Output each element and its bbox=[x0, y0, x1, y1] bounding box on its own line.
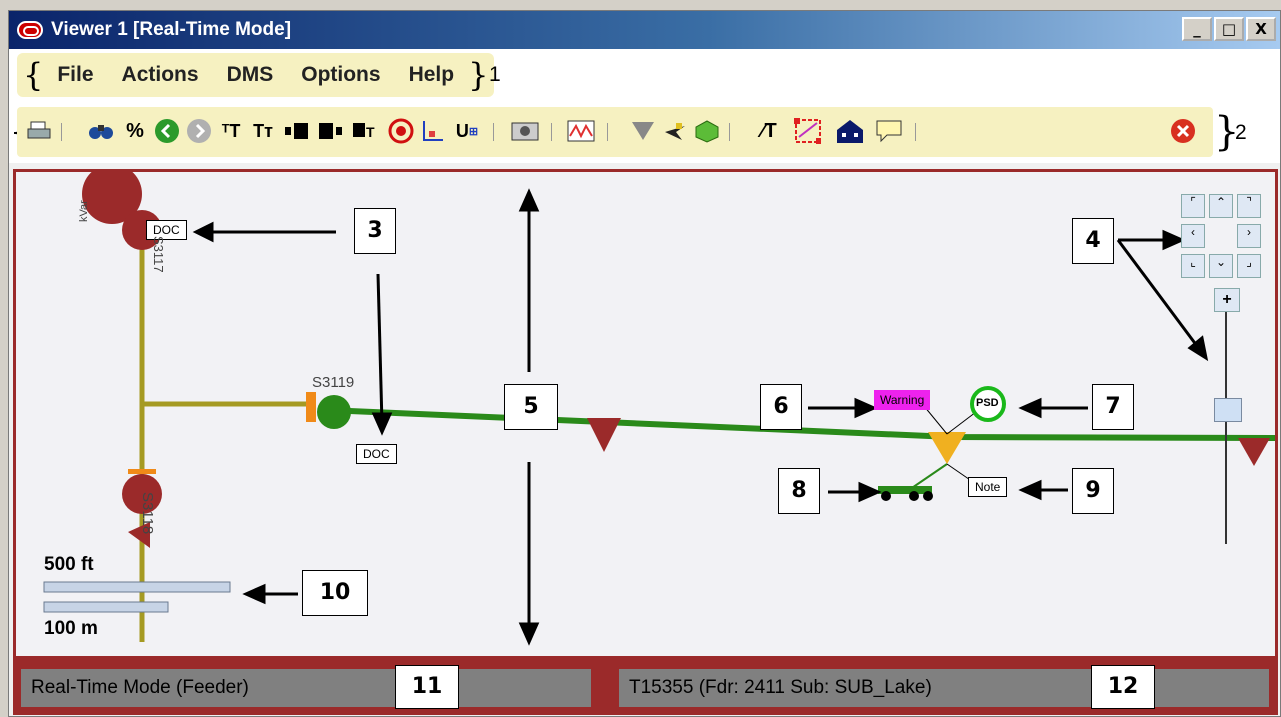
align-right-icon[interactable] bbox=[317, 117, 345, 145]
menu-actions[interactable]: Actions bbox=[108, 63, 213, 87]
warning-tag[interactable]: Warning bbox=[874, 390, 931, 410]
align-top-icon[interactable]: T bbox=[351, 117, 379, 145]
kvar-label: kVar bbox=[78, 200, 90, 222]
u-icon[interactable]: U ⊞ bbox=[453, 117, 481, 145]
triangle-icon[interactable] bbox=[629, 117, 657, 145]
status-bar: Real-Time Mode (Feeder) T15355 (Fdr: 241… bbox=[13, 659, 1278, 715]
callout-9: 9 bbox=[1072, 468, 1114, 514]
chart-icon[interactable] bbox=[419, 117, 447, 145]
menu-bar: { File Actions DMS Options Help } 1 bbox=[9, 49, 1280, 102]
network-icon[interactable] bbox=[793, 117, 821, 145]
note-tag[interactable]: Note bbox=[968, 477, 1008, 497]
menu-options[interactable]: Options bbox=[287, 63, 394, 87]
maximize-button[interactable]: □ bbox=[1214, 17, 1244, 41]
minimize-button[interactable]: _ bbox=[1182, 17, 1212, 41]
binoculars-icon[interactable] bbox=[87, 117, 115, 145]
callout-5: 5 bbox=[504, 384, 558, 430]
forward-icon[interactable] bbox=[185, 117, 213, 145]
cancel-icon[interactable] bbox=[1169, 117, 1197, 145]
callout-3: 3 bbox=[354, 208, 396, 254]
callout-2: 2 bbox=[1235, 121, 1247, 144]
zoom-track[interactable] bbox=[1225, 312, 1227, 544]
scale-m-label: 100 m bbox=[44, 618, 98, 639]
switch-s3117-label: S3117 bbox=[151, 236, 166, 273]
window-title: Viewer 1 [Real-Time Mode] bbox=[51, 19, 292, 40]
callout-4: 4 bbox=[1072, 218, 1114, 264]
right-brace: } bbox=[468, 56, 489, 94]
back-icon[interactable] bbox=[153, 117, 181, 145]
callout-6: 6 bbox=[760, 384, 802, 430]
callout-7: 7 bbox=[1092, 384, 1134, 430]
target-icon[interactable] bbox=[387, 117, 415, 145]
doc-label-switch[interactable]: DOC bbox=[356, 444, 397, 464]
callout-10: 10 bbox=[302, 570, 368, 616]
callout-11: 11 bbox=[395, 665, 459, 709]
title-bar[interactable]: Viewer 1 [Real-Time Mode] _ □ X bbox=[9, 11, 1280, 49]
close-button[interactable]: X bbox=[1246, 17, 1276, 41]
pan-down-button[interactable]: ⌄ bbox=[1209, 254, 1233, 278]
pan-control: ⌜ ⌃ ⌝ ‹ › ⌞ ⌄ ⌟ bbox=[1181, 194, 1261, 280]
pan-up-left-button[interactable]: ⌜ bbox=[1181, 194, 1205, 218]
menu-help[interactable]: Help bbox=[395, 63, 469, 87]
ct-icon[interactable]: ⁄T bbox=[755, 117, 783, 145]
text-smaller-icon[interactable]: Tᴛ bbox=[249, 117, 277, 145]
callout-12: 12 bbox=[1091, 665, 1155, 709]
camera-icon[interactable] bbox=[511, 117, 539, 145]
plane-icon[interactable] bbox=[661, 117, 689, 145]
house-icon[interactable] bbox=[835, 117, 863, 145]
pan-up-button[interactable]: ⌃ bbox=[1209, 194, 1233, 218]
pan-down-right-button[interactable]: ⌟ bbox=[1237, 254, 1261, 278]
svg-text:T: T bbox=[366, 124, 375, 139]
oracle-logo-icon bbox=[17, 21, 43, 39]
zoom-slider-thumb[interactable] bbox=[1214, 398, 1242, 422]
left-brace: { bbox=[23, 56, 44, 94]
pan-right-button[interactable]: › bbox=[1237, 224, 1261, 248]
switch-s3119-label: S3119 bbox=[312, 374, 355, 391]
viewer-window: Viewer 1 [Real-Time Mode] _ □ X { File A… bbox=[8, 10, 1281, 717]
percent-icon[interactable]: % bbox=[121, 117, 149, 145]
psd-tag[interactable]: PSD bbox=[976, 397, 999, 409]
pan-up-right-button[interactable]: ⌝ bbox=[1237, 194, 1261, 218]
print-icon[interactable] bbox=[25, 117, 53, 145]
switch-s3118-label: S3118 bbox=[139, 492, 156, 535]
callout-1: 1 bbox=[489, 63, 501, 86]
status-mode: Real-Time Mode (Feeder) bbox=[21, 669, 591, 707]
scale-ft-label: 500 ft bbox=[44, 554, 94, 575]
pan-left-button[interactable]: ‹ bbox=[1181, 224, 1205, 248]
toolbar-group: % ᵀT Tᴛ T U ⊞ ⁄T bbox=[17, 107, 1213, 157]
menu-dms[interactable]: DMS bbox=[213, 63, 288, 87]
status-selection: T15355 (Fdr: 2411 Sub: SUB_Lake) bbox=[619, 669, 1269, 707]
cube-icon[interactable] bbox=[693, 117, 721, 145]
graph-icon[interactable] bbox=[567, 117, 595, 145]
callout-8: 8 bbox=[778, 468, 820, 514]
align-left-icon[interactable] bbox=[283, 117, 311, 145]
map-canvas[interactable]: DOC DOC S3119 S3118 S3117 kVar Warning P… bbox=[13, 169, 1278, 659]
text-larger-icon[interactable]: ᵀT bbox=[217, 117, 245, 145]
note-icon[interactable] bbox=[875, 117, 903, 145]
toolbar: { % ᵀT Tᴛ T U⊞ ⁄T bbox=[9, 101, 1280, 163]
pan-down-left-button[interactable]: ⌞ bbox=[1181, 254, 1205, 278]
zoom-in-button[interactable]: + bbox=[1214, 288, 1240, 312]
menu-file[interactable]: File bbox=[43, 63, 107, 87]
menu-group: { File Actions DMS Options Help } bbox=[17, 53, 495, 97]
